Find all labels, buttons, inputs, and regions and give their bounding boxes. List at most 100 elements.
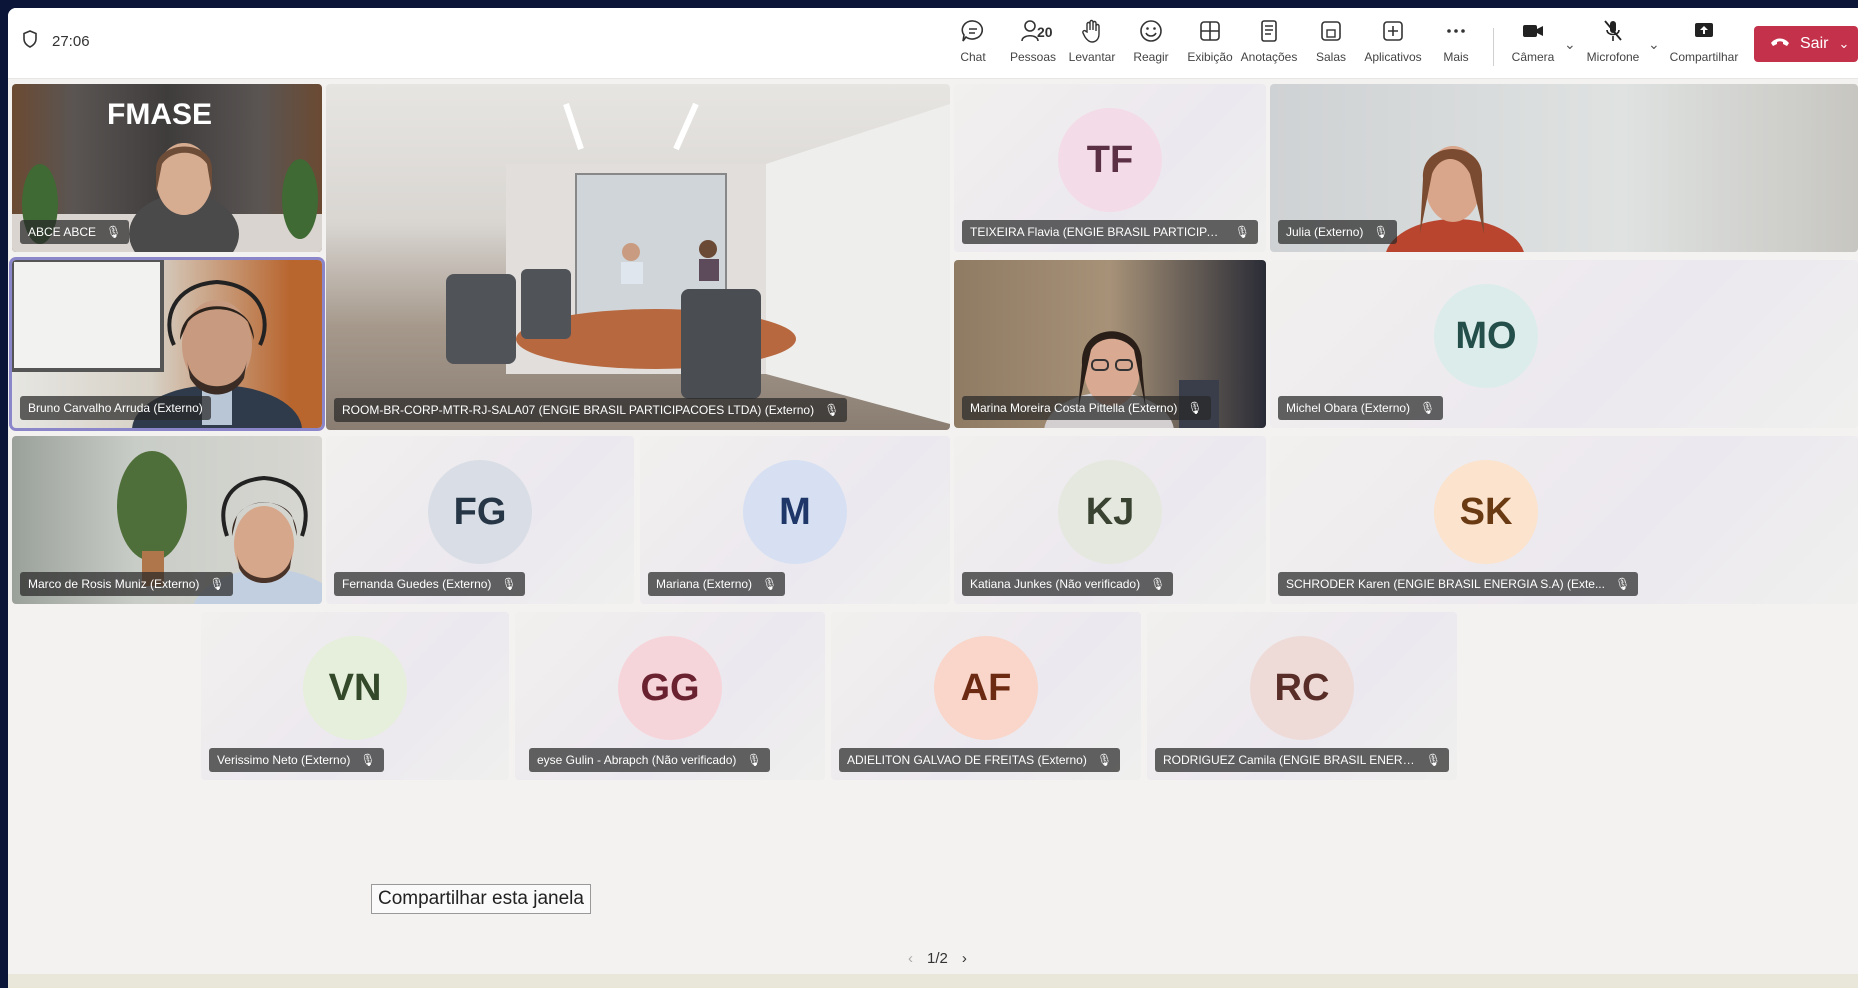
participant-name-tag: Michel Obara (Externo) 🎙︎ bbox=[1278, 396, 1444, 420]
mic-muted-icon: 🎙︎ bbox=[824, 403, 840, 417]
participant-tile[interactable]: Bruno Carvalho Arruda (Externo) bbox=[9, 257, 325, 431]
mic-muted-icon: 🎙︎ bbox=[1425, 753, 1441, 767]
more-dots-icon bbox=[1447, 29, 1465, 33]
participant-name-tag: Bruno Carvalho Arruda (Externo) bbox=[20, 396, 211, 420]
participant-avatar: AF bbox=[934, 636, 1038, 740]
participant-tile[interactable]: SK SCHRODER Karen (ENGIE BRASIL ENERGIA … bbox=[1270, 436, 1858, 604]
participant-tile[interactable]: RC RODRIGUEZ Camila (ENGIE BRASIL ENERGI… bbox=[1147, 612, 1457, 780]
chevron-left-icon[interactable]: ‹ bbox=[908, 950, 913, 967]
participant-tile[interactable]: FG Fernanda Guedes (Externo) 🎙︎ bbox=[326, 436, 634, 604]
meeting-toolbar: 27:06 Chat 20 Pessoas Levantar Reagir Ex… bbox=[8, 8, 1858, 79]
people-count: 20 bbox=[1037, 24, 1053, 40]
gallery-pager: ‹ 1/2 › bbox=[908, 950, 967, 967]
participant-avatar: VN bbox=[303, 636, 407, 740]
participant-tile[interactable]: AF ADIELITON GALVAO DE FREITAS (Externo)… bbox=[831, 612, 1141, 780]
participant-tile[interactable]: ROOM-BR-CORP-MTR-RJ-SALA07 (ENGIE BRASIL… bbox=[326, 84, 950, 430]
apps-button[interactable]: Aplicativos bbox=[1361, 18, 1425, 70]
shield-icon bbox=[22, 30, 38, 52]
mic-muted-icon: 🎙︎ bbox=[746, 753, 762, 767]
participant-tile[interactable]: Marina Moreira Costa Pittella (Externo) 🎙… bbox=[954, 260, 1266, 428]
mic-muted-icon: 🎙︎ bbox=[209, 577, 225, 591]
raise-hand-button[interactable]: Levantar bbox=[1060, 18, 1124, 70]
mic-muted-icon: 🎙︎ bbox=[1373, 225, 1389, 239]
participant-tile[interactable]: TF TEIXEIRA Flavia (ENGIE BRASIL PARTICI… bbox=[954, 84, 1266, 252]
smiley-icon bbox=[1140, 20, 1162, 42]
participant-avatar: TF bbox=[1058, 108, 1162, 212]
participant-avatar: RC bbox=[1250, 636, 1354, 740]
teams-meeting-window: 27:06 Chat 20 Pessoas Levantar Reagir Ex… bbox=[8, 8, 1858, 988]
participant-name-tag: Marina Moreira Costa Pittella (Externo) 🎙… bbox=[962, 396, 1211, 420]
camera-options-chevron-icon[interactable]: ⌄ bbox=[1564, 36, 1576, 53]
notes-icon bbox=[1261, 20, 1277, 42]
mic-muted-icon: 🎙︎ bbox=[1614, 577, 1631, 591]
participant-name-tag: eyse Gulin - Abrapch (Não verificado) 🎙︎ bbox=[529, 748, 770, 772]
mic-muted-icon: 🎙︎ bbox=[1234, 225, 1250, 239]
timer-label: 27:06 bbox=[52, 32, 90, 50]
participant-name-tag: SCHRODER Karen (ENGIE BRASIL ENERGIA S.A… bbox=[1278, 572, 1639, 596]
notes-button[interactable]: Anotações bbox=[1237, 18, 1301, 70]
participant-tile[interactable]: MO Michel Obara (Externo) 🎙︎ bbox=[1270, 260, 1858, 428]
rooms-button[interactable]: Salas bbox=[1299, 18, 1363, 70]
mic-muted-icon: 🎙︎ bbox=[1420, 401, 1436, 415]
participant-avatar: MO bbox=[1434, 284, 1538, 388]
microphone-options-chevron-icon[interactable]: ⌄ bbox=[1648, 36, 1660, 53]
participant-name-tag: Marco de Rosis Muniz (Externo) 🎙︎ bbox=[20, 572, 233, 596]
participant-name-tag: Verissimo Neto (Externo) 🎙︎ bbox=[209, 748, 384, 772]
mic-muted-icon: 🎙︎ bbox=[501, 577, 517, 591]
mic-muted-icon: 🎙︎ bbox=[106, 225, 122, 239]
chat-icon bbox=[961, 20, 984, 42]
react-button[interactable]: Reagir bbox=[1119, 18, 1183, 70]
share-button[interactable]: Compartilhar bbox=[1670, 18, 1738, 70]
phone-hangup-icon bbox=[1770, 35, 1790, 53]
chat-button[interactable]: Chat bbox=[941, 18, 1005, 70]
participant-avatar: KJ bbox=[1058, 460, 1162, 564]
participant-name-tag: ROOM-BR-CORP-MTR-RJ-SALA07 (ENGIE BRASIL… bbox=[334, 398, 848, 422]
participant-name-tag: RODRIGUEZ Camila (ENGIE BRASIL ENERGIA S… bbox=[1155, 748, 1449, 772]
mic-muted-icon: 🎙︎ bbox=[762, 577, 778, 591]
participant-name-tag: Fernanda Guedes (Externo) 🎙︎ bbox=[334, 572, 525, 596]
mic-muted-icon: 🎙︎ bbox=[1096, 753, 1113, 767]
view-button[interactable]: Exibição bbox=[1178, 18, 1242, 70]
microphone-off-icon bbox=[1604, 20, 1622, 41]
participant-name-tag: Julia (Externo) 🎙︎ bbox=[1278, 220, 1397, 244]
more-button[interactable]: Mais bbox=[1424, 18, 1488, 70]
participant-tile[interactable]: GG eyse Gulin - Abrapch (Não verificado)… bbox=[515, 612, 825, 780]
participant-video bbox=[446, 102, 950, 424]
participant-tile[interactable]: VN Verissimo Neto (Externo) 🎙︎ bbox=[201, 612, 509, 780]
participant-avatar: FG bbox=[428, 460, 532, 564]
taskbar-strip bbox=[8, 974, 1858, 988]
toolbar-separator bbox=[1493, 28, 1494, 66]
camera-button[interactable]: Câmera bbox=[1501, 18, 1565, 70]
svg-text:FMASE: FMASE bbox=[107, 98, 212, 131]
chevron-right-icon[interactable]: › bbox=[962, 950, 967, 967]
participant-tile[interactable]: Marco de Rosis Muniz (Externo) 🎙︎ bbox=[12, 436, 322, 604]
participant-name-tag: Mariana (Externo) 🎙︎ bbox=[648, 572, 786, 596]
participant-avatar: GG bbox=[618, 636, 722, 740]
hand-icon bbox=[1082, 19, 1100, 43]
participant-tile[interactable]: M Mariana (Externo) 🎙︎ bbox=[640, 436, 950, 604]
plus-square-icon bbox=[1383, 21, 1403, 41]
participant-tile[interactable]: Julia (Externo) 🎙︎ bbox=[1270, 84, 1858, 252]
participant-name-tag: Katiana Junkes (Não verificado) 🎙︎ bbox=[962, 572, 1174, 596]
participant-name-tag: ABCE ABCE 🎙︎ bbox=[20, 220, 130, 244]
participant-avatar: M bbox=[743, 460, 847, 564]
participant-name-tag: TEIXEIRA Flavia (ENGIE BRASIL PARTICIPAC… bbox=[962, 220, 1258, 244]
page-indicator: 1/2 bbox=[927, 950, 948, 967]
microphone-button[interactable]: Microfone bbox=[1581, 18, 1645, 70]
share-window-tooltip: Compartilhar esta janela bbox=[371, 884, 591, 914]
share-screen-icon bbox=[1695, 23, 1713, 37]
mic-muted-icon: 🎙︎ bbox=[1150, 577, 1166, 591]
leave-options-chevron-icon[interactable]: ⌄ bbox=[1838, 36, 1849, 52]
mic-muted-icon: 🎙︎ bbox=[360, 753, 376, 767]
participant-name-tag: ADIELITON GALVAO DE FREITAS (Externo) 🎙︎ bbox=[839, 748, 1121, 772]
grid-icon bbox=[1200, 21, 1220, 41]
camera-icon bbox=[1523, 25, 1543, 37]
participant-tile[interactable]: KJ Katiana Junkes (Não verificado) 🎙︎ bbox=[954, 436, 1266, 604]
participant-tile[interactable]: FMASE ABCE ABCE 🎙︎ bbox=[12, 84, 322, 252]
meeting-timer: 27:06 bbox=[22, 30, 90, 52]
mic-muted-icon: 🎙︎ bbox=[1187, 401, 1203, 415]
participant-avatar: SK bbox=[1434, 460, 1538, 564]
breakout-rooms-icon bbox=[1321, 21, 1341, 41]
leave-button[interactable]: Sair ⌄ bbox=[1754, 26, 1858, 62]
people-button[interactable]: 20 Pessoas bbox=[1001, 18, 1065, 70]
